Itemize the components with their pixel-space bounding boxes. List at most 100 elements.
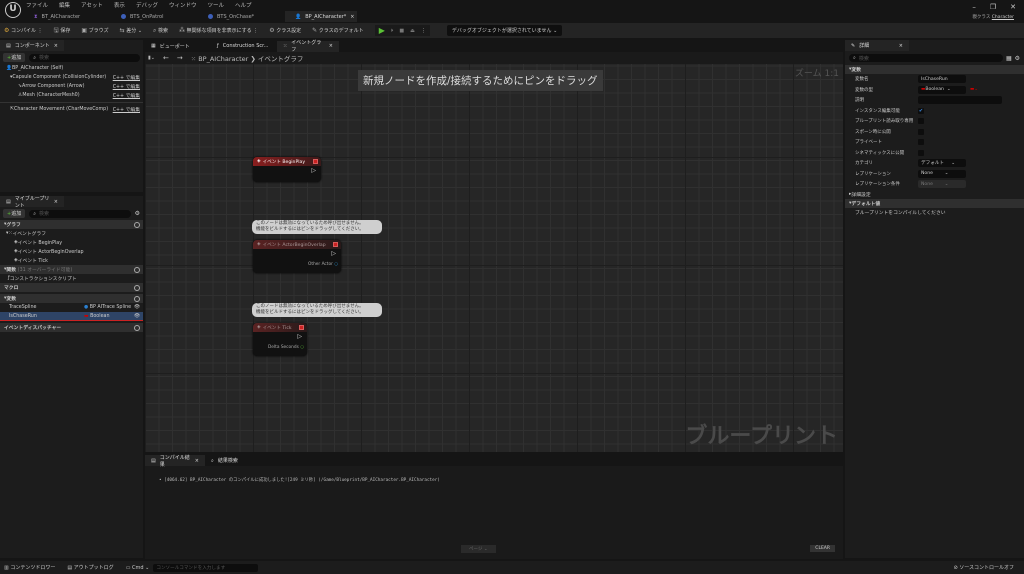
parent-class-link[interactable]: Character (992, 15, 1014, 20)
doc-tab-bt-aicharacter[interactable]: ⧗ BT_AICharacter (24, 11, 111, 22)
node-event-beginplay[interactable]: ◈ イベント BeginPlay ▷ (253, 157, 321, 182)
eye-icon[interactable]: 👁 (134, 305, 140, 310)
delta-seconds-pin[interactable]: Delta Seconds ○ (268, 345, 304, 350)
edit-in-cpp-link[interactable]: C++ で編集 (113, 74, 140, 81)
back-arrow-icon[interactable]: ← (163, 54, 169, 62)
component-mesh[interactable]: ♙ Mesh (CharacterMesh0) C++ で編集 (0, 91, 143, 100)
minimize-icon[interactable]: – (972, 3, 976, 11)
delegate-pin[interactable] (299, 325, 304, 330)
play-icon[interactable]: ▶ (379, 26, 385, 35)
cmd-select[interactable]: ▭ Cmd ⌄ (126, 565, 150, 571)
event-tick-item[interactable]: ◈ イベント Tick (0, 256, 143, 265)
close-window-icon[interactable]: ✕ (1010, 3, 1016, 11)
close-icon[interactable]: × (54, 199, 58, 205)
variable-name-input[interactable]: IsChaseRun (918, 75, 966, 84)
add-member-button[interactable]: +追加 (3, 209, 26, 218)
advanced-section[interactable]: ▸ 詳細設定 (845, 190, 1024, 199)
diff-button[interactable]: ⇆ 差分 ⌄ (120, 27, 142, 34)
find-button[interactable]: ⌕ 検索 (153, 27, 168, 35)
delegate-pin[interactable] (313, 159, 318, 164)
save-button[interactable]: 🖫 保存 (54, 26, 71, 36)
step-icon[interactable]: ⏵ (391, 28, 394, 34)
tab-components[interactable]: ▤ コンポーネント × (0, 40, 64, 51)
section-macros[interactable]: マクロ (0, 283, 143, 292)
clear-button[interactable]: CLEAR (810, 545, 835, 552)
menu-edit[interactable]: 編集 (59, 1, 70, 9)
expose-on-spawn-checkbox[interactable] (918, 128, 924, 135)
menu-debug[interactable]: デバッグ (136, 1, 158, 9)
event-graph-canvas[interactable]: ズーム 1:1 新規ノードを作成/接続するためにピンをドラッグ ブループリント … (145, 52, 843, 452)
debug-object-select[interactable]: デバッグオブジェクトが選択されていません ⌄ (446, 25, 563, 36)
expose-cinematics-checkbox[interactable] (918, 149, 924, 156)
close-icon[interactable]: × (350, 14, 354, 20)
add-circle-icon[interactable] (134, 221, 140, 228)
exec-pin[interactable]: ▷ (331, 250, 336, 257)
components-search-input[interactable]: ⌕ 検索 (29, 53, 140, 62)
stop-icon[interactable]: ■ (399, 28, 404, 34)
breadcrumb-root[interactable]: BP_AICharacter (198, 55, 248, 63)
add-circle-icon[interactable] (134, 266, 140, 273)
replication-condition-select[interactable]: None ⌄ (918, 180, 966, 189)
node-event-tick[interactable]: ◈ イベント Tick ▷ Delta Seconds ○ (253, 323, 307, 356)
section-graphs[interactable]: ▾ グラフ (0, 220, 143, 229)
class-defaults-button[interactable]: ✎ クラスのデフォルト (312, 27, 364, 34)
event-beginplay-item[interactable]: ◈ イベント BeginPlay (0, 238, 143, 247)
event-actorbeginoverlap-item[interactable]: ◈ イベント ActorBeginOverlap (0, 247, 143, 256)
gear-icon[interactable]: ⚙ (1015, 55, 1020, 62)
section-default-value[interactable]: ▾ デフォルト値 (845, 198, 1024, 208)
menu-help[interactable]: ヘルプ (235, 1, 252, 9)
section-variable[interactable]: ▾ 変数 (845, 65, 1024, 74)
close-icon[interactable]: × (54, 43, 58, 49)
menu-tools[interactable]: ツール (207, 1, 224, 9)
private-checkbox[interactable] (918, 139, 924, 146)
variable-tracespline[interactable]: TraceSpline ● BP AITrace Spline 👁 (0, 303, 143, 312)
menu-file[interactable]: ファイル (26, 1, 48, 9)
replication-select[interactable]: None ⌄ (918, 169, 966, 178)
tab-viewport[interactable]: ▦ ビューポート (145, 40, 211, 52)
tab-construction-script[interactable]: ƒ Construction Scr... (211, 40, 277, 52)
my-blueprint-search-input[interactable]: ⌕ 検索 (29, 209, 131, 218)
forward-arrow-icon[interactable]: → (177, 54, 183, 62)
eject-icon[interactable]: ⏏ (410, 28, 415, 34)
close-icon[interactable]: × (899, 43, 903, 49)
exec-pin[interactable]: ▷ (297, 333, 302, 340)
content-drawer-button[interactable]: ▥ コンテンツドロワー (4, 564, 55, 571)
doc-tab-bts-onpatrol[interactable]: BTS_OnPatrol (111, 11, 198, 22)
section-event-dispatchers[interactable]: イベントディスパッチャー (0, 323, 143, 332)
edit-in-cpp-link[interactable]: C++ で編集 (113, 106, 140, 113)
eye-icon[interactable]: 👁 (134, 314, 140, 319)
compile-button[interactable]: ⚙ コンパイル ⋮ (4, 27, 43, 34)
component-capsule[interactable]: ▾ Capsule Component (CollisionCylinder) C… (0, 73, 143, 82)
variable-type-select[interactable]: ▬ Boolean ⌄ (918, 85, 966, 94)
section-variables[interactable]: ▾ 変数 (0, 294, 143, 303)
construction-script-item[interactable]: ƒ コンストラクションスクリプト (0, 274, 143, 283)
page-selector[interactable]: ページ ⌄ (461, 545, 496, 553)
more-icon[interactable]: ⋮ (421, 28, 426, 34)
add-component-button[interactable]: +追加 (3, 53, 26, 62)
event-graph-item[interactable]: ▾ ⁙ イベントグラフ (0, 229, 143, 238)
menu-asset[interactable]: アセット (81, 1, 103, 9)
description-input[interactable] (918, 96, 1002, 105)
edit-in-cpp-link[interactable]: C++ で編集 (113, 83, 140, 90)
tab-find-results[interactable]: ⌕ 結果検索 (205, 455, 244, 466)
readonly-checkbox[interactable] (918, 118, 924, 125)
tab-my-blueprint[interactable]: ▤ マイブループリント × (0, 196, 64, 209)
browse-button[interactable]: ▣ ブラウズ (81, 27, 108, 34)
table-view-icon[interactable]: ▦ (1006, 55, 1012, 62)
source-control-button[interactable]: ⊘ ソースコントロールオフ (953, 564, 1014, 571)
component-arrow[interactable]: ➘ Arrow Component (Arrow) C++ で編集 (0, 82, 143, 91)
output-log-button[interactable]: ▤ アウトプットログ (67, 564, 113, 571)
node-event-actorbeginoverlap[interactable]: ◈ イベント ActorBeginOverlap ▷ Other Actor ○ (253, 240, 341, 273)
graph-options-icon[interactable]: ▮⌄ (148, 55, 155, 61)
section-functions[interactable]: ▾ 関数 (31 オーバーライド可能) (0, 265, 143, 274)
edit-in-cpp-link[interactable]: C++ で編集 (113, 92, 140, 99)
instance-editable-checkbox[interactable]: ✔ (918, 107, 924, 114)
add-circle-icon[interactable] (134, 295, 140, 302)
component-movement[interactable]: ⇱ Character Movement (CharMoveComp) C++ で… (0, 105, 143, 114)
delegate-pin[interactable] (333, 242, 338, 247)
class-settings-button[interactable]: ⚙ クラス設定 (269, 27, 301, 34)
unreal-logo-icon[interactable]: U (5, 2, 21, 18)
exec-pin[interactable]: ▷ (311, 167, 316, 174)
close-icon[interactable]: × (329, 43, 333, 49)
component-self[interactable]: 👤 BP_AICharacter (Self) (0, 64, 143, 73)
